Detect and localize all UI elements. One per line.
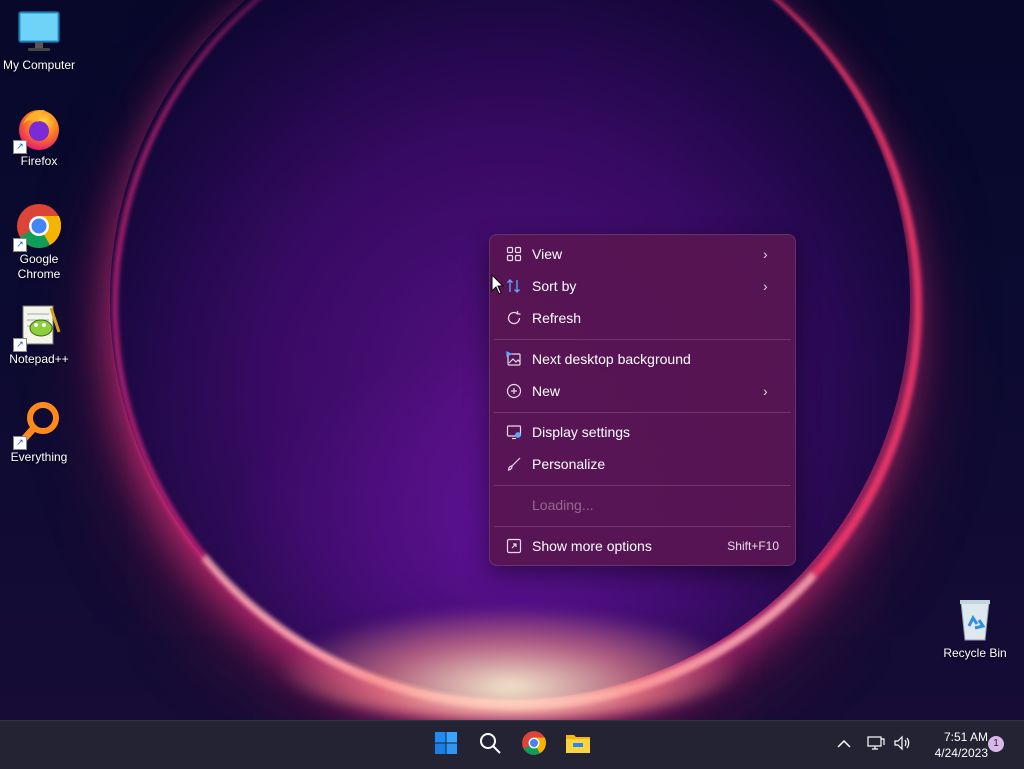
desktop-icon-label: Google Chrome xyxy=(17,252,61,281)
menu-item-label: Sort by xyxy=(532,278,577,294)
chevron-right-icon: › xyxy=(763,246,768,262)
chrome-icon xyxy=(521,730,547,761)
menu-item-display-settings[interactable]: Display settings xyxy=(494,417,791,447)
recycle-bin-icon xyxy=(951,596,999,644)
desktop-icon-firefox[interactable]: ↗ Firefox xyxy=(1,104,77,169)
refresh-icon xyxy=(504,308,524,328)
menu-separator xyxy=(494,412,791,413)
tray-clock[interactable]: 7:51 AM 4/24/2023 xyxy=(918,729,988,761)
taskbar-search-button[interactable] xyxy=(474,729,506,761)
desktop[interactable]: My Computer ↗ Firefox ↗ Google Chrome ↗ … xyxy=(0,0,1024,720)
shortcut-arrow-icon: ↗ xyxy=(13,140,27,154)
desktop-icon-recycle-bin[interactable]: Recycle Bin xyxy=(937,596,1013,661)
desktop-icon-everything[interactable]: ↗ Everything xyxy=(1,400,77,465)
menu-item-refresh[interactable]: Refresh xyxy=(494,303,791,333)
chrome-icon: ↗ xyxy=(13,202,63,252)
menu-item-label: Personalize xyxy=(532,456,606,472)
next-background-icon xyxy=(504,349,524,369)
desktop-icon-notepadpp[interactable]: ↗ Notepad++ xyxy=(1,302,77,367)
menu-item-show-more-options[interactable]: Show more options Shift+F10 xyxy=(494,531,791,561)
desktop-context-menu: View › Sort by › Refresh Next desktop ba… xyxy=(489,234,796,566)
start-icon xyxy=(434,731,458,760)
notepadpp-icon: ↗ xyxy=(13,302,63,352)
desktop-icon-label: Everything xyxy=(10,450,68,464)
volume-icon xyxy=(893,735,911,756)
menu-item-loading: Loading... xyxy=(494,490,791,520)
menu-separator xyxy=(494,526,791,527)
menu-item-label: Next desktop background xyxy=(532,351,691,367)
menu-item-next-desktop-background[interactable]: Next desktop background xyxy=(494,344,791,374)
tray-overflow-button[interactable] xyxy=(830,729,858,761)
start-button[interactable] xyxy=(430,729,462,761)
brush-icon xyxy=(504,454,524,474)
desktop-icon-label: My Computer xyxy=(2,58,76,72)
menu-item-label: View xyxy=(532,246,563,262)
menu-item-personalize[interactable]: Personalize xyxy=(494,449,791,479)
menu-item-label: Loading... xyxy=(532,497,594,513)
notification-badge[interactable]: 1 xyxy=(988,736,1004,752)
clock-date: 4/24/2023 xyxy=(934,746,988,760)
menu-item-sort-by[interactable]: Sort by › xyxy=(494,271,791,301)
network-button[interactable] xyxy=(862,729,890,761)
menu-item-label: Display settings xyxy=(532,424,631,440)
menu-item-label: New xyxy=(532,383,561,399)
shortcut-hint: Shift+F10 xyxy=(727,539,779,553)
desktop-icon-label: Notepad++ xyxy=(9,352,69,366)
clock-time: 7:51 AM xyxy=(943,730,988,744)
firefox-icon: ↗ xyxy=(13,104,63,154)
desktop-icon-label: Recycle Bin xyxy=(943,646,1007,660)
sort-icon xyxy=(504,276,524,296)
shortcut-arrow-icon: ↗ xyxy=(13,338,27,352)
mouse-cursor-icon xyxy=(491,273,505,301)
taskbar-chrome-button[interactable] xyxy=(518,729,550,761)
volume-button[interactable] xyxy=(888,729,916,761)
chevron-up-icon xyxy=(837,736,851,754)
chevron-right-icon: › xyxy=(763,383,768,399)
chevron-right-icon: › xyxy=(763,278,768,294)
taskbar: 7:51 AM 4/24/2023 xyxy=(0,720,1024,769)
desktop-icon-label: Firefox xyxy=(20,154,58,168)
search-icon xyxy=(478,731,502,760)
menu-item-view[interactable]: View › xyxy=(494,239,791,269)
magnifier-icon: ↗ xyxy=(13,400,63,450)
plus-circle-icon xyxy=(504,381,524,401)
menu-item-label: Refresh xyxy=(532,310,582,326)
desktop-icon-chrome[interactable]: ↗ Google Chrome xyxy=(1,202,77,282)
display-settings-icon xyxy=(504,422,524,442)
menu-separator xyxy=(494,485,791,486)
desktop-icon-my-computer[interactable]: My Computer xyxy=(1,8,77,73)
more-options-icon xyxy=(504,536,524,556)
menu-item-label: Show more options xyxy=(532,538,652,554)
shortcut-arrow-icon: ↗ xyxy=(13,436,27,450)
grid-icon xyxy=(504,244,524,264)
file-explorer-icon xyxy=(565,731,591,760)
network-icon xyxy=(867,735,885,756)
shortcut-arrow-icon: ↗ xyxy=(13,238,27,252)
taskbar-file-explorer-button[interactable] xyxy=(562,729,594,761)
monitor-icon xyxy=(15,8,63,56)
menu-separator xyxy=(494,339,791,340)
wallpaper-glow xyxy=(280,610,740,720)
menu-item-new[interactable]: New › xyxy=(494,376,791,406)
